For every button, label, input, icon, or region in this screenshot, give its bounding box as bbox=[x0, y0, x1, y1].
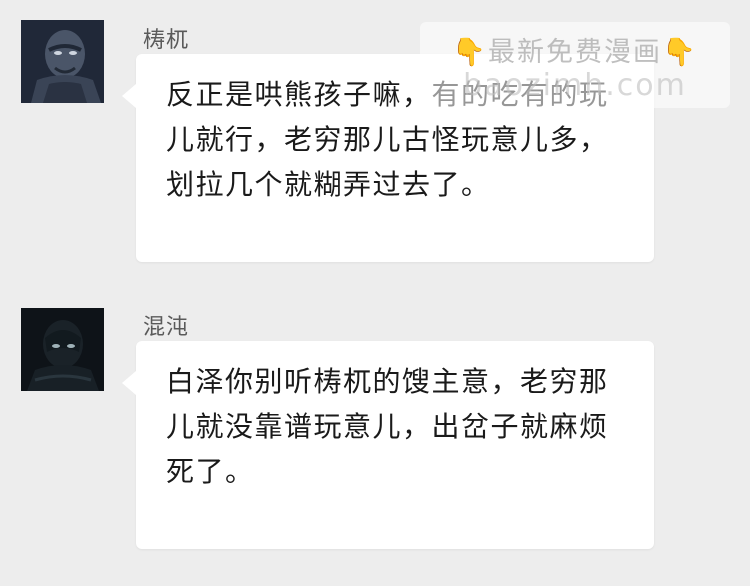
sender-name: 梼杌 bbox=[143, 28, 190, 53]
watermark-title: 👇最新免费漫画👇 bbox=[420, 30, 730, 69]
avatar-image bbox=[21, 20, 104, 103]
sender-name: 混沌 bbox=[143, 315, 190, 340]
pointing-down-icon: 👇 bbox=[452, 37, 488, 68]
avatar[interactable] bbox=[21, 308, 104, 391]
message-text: 白泽你别听梼杌的馊主意，老穷那 儿就没靠谱玩意儿，出岔子就麻烦 死了。 bbox=[166, 365, 609, 488]
watermark-url: baozimh.com bbox=[463, 68, 687, 103]
watermark: 👇最新免费漫画👇 baozimh.com bbox=[420, 22, 730, 108]
avatar[interactable] bbox=[21, 20, 104, 103]
watermark-title-text: 最新免费漫画 bbox=[488, 37, 662, 68]
message-bubble[interactable]: 白泽你别听梼杌的馊主意，老穷那 儿就没靠谱玩意儿，出岔子就麻烦 死了。 bbox=[122, 341, 654, 549]
avatar-image bbox=[21, 308, 104, 391]
pointing-down-icon: 👇 bbox=[662, 37, 698, 68]
